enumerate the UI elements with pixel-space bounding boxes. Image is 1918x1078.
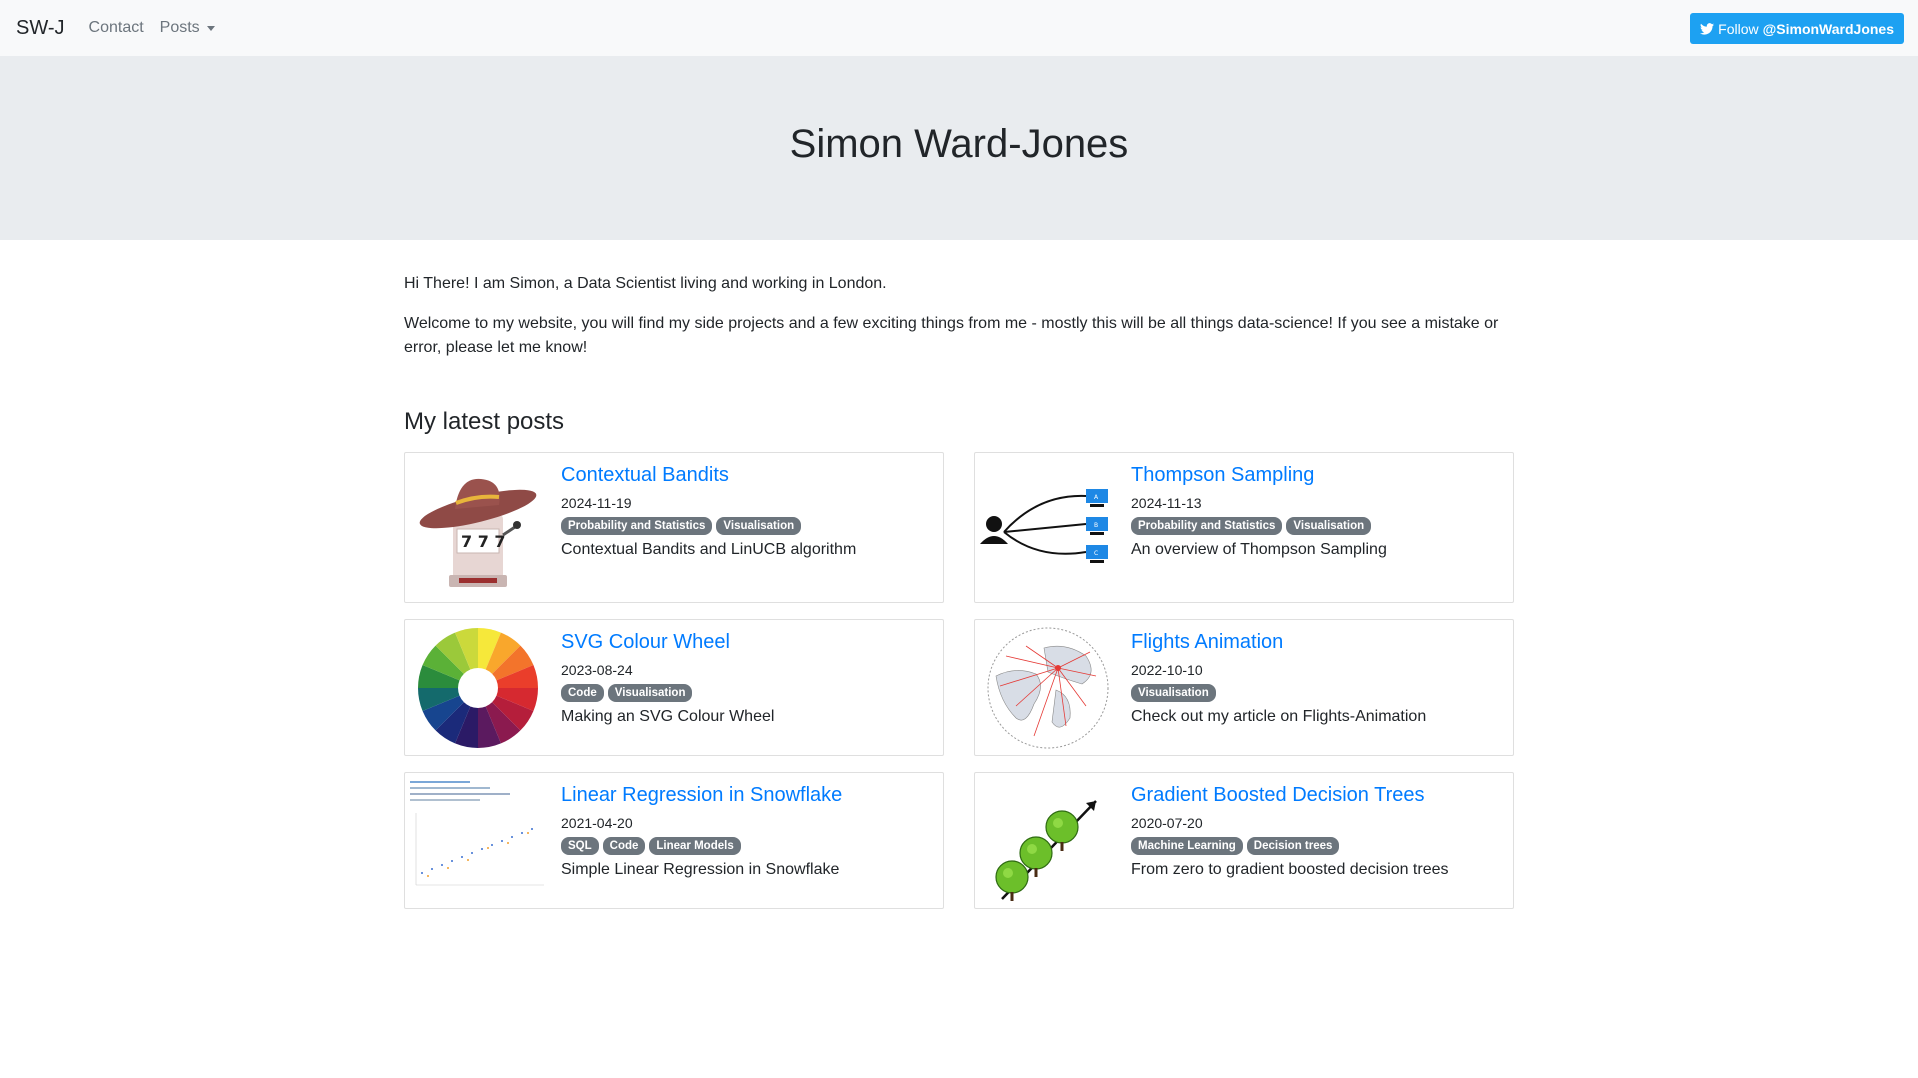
twitter-follow-button[interactable]: Follow @SimonWardJones	[1690, 13, 1904, 44]
section-title: My latest posts	[404, 408, 565, 435]
post-card[interactable]: SVG Colour Wheel 2023-08-24 Code Visuali…	[404, 619, 944, 756]
post-card[interactable]: Linear Regression in Snowflake 2021-04-2…	[404, 772, 944, 909]
post-title-link[interactable]: Gradient Boosted Decision Trees	[1131, 783, 1449, 807]
tag-badge[interactable]: Probability and Statistics	[561, 517, 713, 535]
user-choice-diagram-icon: A B C	[980, 488, 1108, 563]
tag-badge[interactable]: SQL	[561, 837, 599, 855]
post-date: 2024-11-13	[1131, 495, 1202, 511]
svg-text:7 7 7: 7 7 7	[461, 532, 506, 551]
post-description: Simple Linear Regression in Snowflake	[561, 861, 840, 878]
post-thumbnail[interactable]	[405, 620, 551, 755]
post-thumbnail[interactable]	[975, 620, 1121, 755]
post-description: Making an SVG Colour Wheel	[561, 708, 775, 725]
hero-banner: Simon Ward-Jones	[0, 56, 1918, 240]
post-date: 2022-10-10	[1131, 662, 1203, 678]
post-card[interactable]: A B C Thompson Sampling 2024-11-13 Proba…	[974, 452, 1514, 603]
posts-grid: 7 7 7 Contextual Bandits 2024-11-19 Prob…	[404, 452, 1514, 909]
tag-badge[interactable]: Visualisation	[607, 684, 693, 702]
tag-badge[interactable]: Linear Models	[649, 837, 741, 855]
trees-arrow-icon	[995, 799, 1097, 901]
tag-badge[interactable]: Visualisation	[1131, 684, 1216, 702]
post-description: An overview of Thompson Sampling	[1131, 541, 1387, 558]
post-thumbnail[interactable]	[975, 773, 1121, 908]
post-thumbnail[interactable]: A B C	[975, 453, 1121, 602]
post-card[interactable]: Flights Animation 2022-10-10 Visualisati…	[974, 619, 1514, 756]
svg-text:B: B	[1094, 522, 1098, 529]
page-title: Simon Ward-Jones	[789, 121, 1129, 166]
brand-link[interactable]: SW-J	[16, 17, 65, 40]
intro-paragraph-2: Welcome to my website, you will find my …	[404, 315, 1499, 356]
tag-badge[interactable]: Code	[602, 837, 646, 855]
tag-badge[interactable]: Machine Learning	[1131, 837, 1243, 855]
post-title-link[interactable]: Flights Animation	[1131, 630, 1426, 654]
post-date: 2021-04-20	[561, 815, 633, 831]
nav-posts-label: Posts	[159, 19, 200, 36]
tag-badge[interactable]: Visualisation	[716, 517, 802, 535]
svg-text:C: C	[1094, 550, 1098, 557]
nav-posts-dropdown[interactable]: Posts	[160, 19, 215, 37]
tag-badge[interactable]: Code	[561, 684, 604, 702]
top-navbar: SW-J Contact Posts Follow @SimonWardJone…	[0, 0, 1918, 56]
post-thumbnail[interactable]: 7 7 7	[405, 453, 551, 602]
post-description: Contextual Bandits and LinUCB algorithm	[561, 541, 857, 558]
post-date: 2023-08-24	[561, 662, 633, 678]
nav-contact-link[interactable]: Contact	[89, 19, 144, 37]
chevron-down-icon	[206, 25, 215, 31]
intro-paragraph-1: Hi There! I am Simon, a Data Scientist l…	[404, 275, 887, 292]
slot-machine-cowboy-icon: 7 7 7	[419, 478, 537, 587]
follow-label: Follow	[1718, 20, 1759, 37]
twitter-icon	[1700, 22, 1715, 35]
post-title-link[interactable]: SVG Colour Wheel	[561, 630, 774, 654]
colour-wheel-icon	[418, 627, 538, 748]
post-title-link[interactable]: Thompson Sampling	[1131, 463, 1387, 487]
main-content: Hi There! I am Simon, a Data Scientist l…	[404, 240, 1514, 909]
post-date: 2020-07-20	[1131, 815, 1203, 831]
post-card[interactable]: 7 7 7 Contextual Bandits 2024-11-19 Prob…	[404, 452, 944, 603]
post-title-link[interactable]: Linear Regression in Snowflake	[561, 783, 842, 807]
post-description: Check out my article on Flights-Animatio…	[1131, 708, 1427, 725]
follow-handle: @SimonWardJones	[1762, 20, 1894, 37]
post-thumbnail[interactable]	[405, 773, 551, 908]
post-title-link[interactable]: Contextual Bandits	[561, 463, 856, 487]
tag-badge[interactable]: Probability and Statistics	[1131, 517, 1283, 535]
post-description: From zero to gradient boosted decision t…	[1131, 861, 1449, 878]
globe-flights-icon	[987, 627, 1109, 748]
post-card[interactable]: Gradient Boosted Decision Trees 2020-07-…	[974, 772, 1514, 909]
tag-badge[interactable]: Visualisation	[1286, 517, 1372, 535]
post-date: 2024-11-19	[561, 495, 632, 511]
regression-plot-icon	[410, 781, 544, 886]
tag-badge[interactable]: Decision trees	[1246, 837, 1340, 855]
